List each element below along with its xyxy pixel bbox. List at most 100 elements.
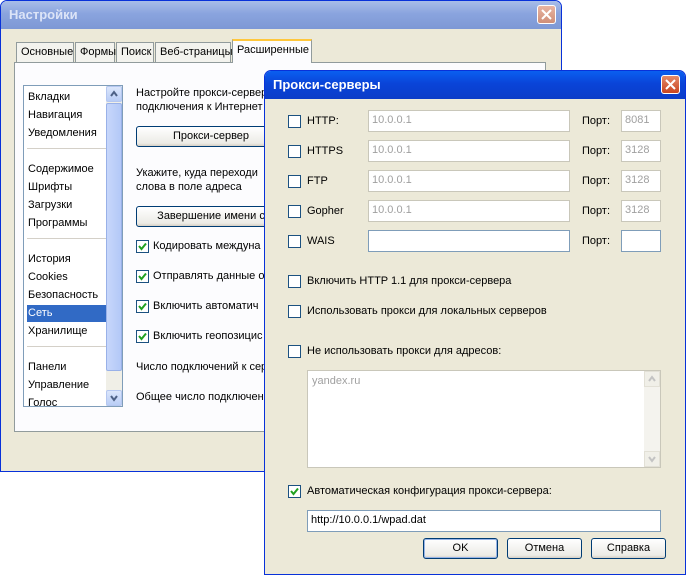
checkbox-auto-config[interactable]	[288, 485, 301, 498]
scroll-up-button[interactable]	[644, 371, 660, 387]
exclude-addresses-text: yandex.ru	[312, 375, 361, 387]
list-item-tabs[interactable]: Вкладки	[27, 89, 110, 106]
address-description-1: Укажите, куда переходи	[136, 167, 258, 179]
settings-titlebar[interactable]: Настройки	[1, 1, 561, 29]
https-address-field[interactable]: 10.0.0.1	[368, 140, 570, 162]
list-item-network[interactable]: Сеть	[27, 305, 110, 322]
checkbox-exclude-addresses[interactable]	[288, 345, 301, 358]
checkbox-encode-label: Кодировать междуна	[153, 240, 261, 252]
list-item-history[interactable]: История	[27, 251, 110, 268]
ftp-address-field[interactable]: 10.0.0.1	[368, 170, 570, 192]
exclude-addresses-label: Не использовать прокси для адресов:	[307, 345, 502, 357]
https-port-field[interactable]: 3128	[621, 140, 661, 162]
list-item-downloads[interactable]: Загрузки	[27, 197, 110, 214]
tab-webpages[interactable]: Веб-страницы	[155, 42, 233, 62]
http-label: HTTP:	[307, 115, 339, 127]
address-description-2: слова в поле адреса	[136, 181, 242, 193]
proxy-description-2: подключения к Интернет	[136, 101, 263, 113]
total-connections-label: Общее число подключен	[136, 391, 264, 403]
exclude-textarea-scrollbar[interactable]	[644, 371, 660, 467]
checkbox-auto-label: Включить автоматич	[153, 300, 259, 312]
wais-address-field[interactable]	[368, 230, 570, 252]
ftp-label: FTP	[307, 175, 328, 187]
wais-label: WAIS	[307, 235, 335, 247]
settings-title: Настройки	[9, 7, 78, 22]
close-icon	[665, 79, 676, 90]
close-icon	[541, 9, 552, 20]
checkbox-send-data[interactable]	[136, 270, 149, 283]
settings-category-list[interactable]: Вкладки Навигация Уведомления Содержимое…	[23, 85, 123, 407]
checkbox-ftp[interactable]	[288, 175, 301, 188]
help-button[interactable]: Справка	[591, 538, 666, 559]
list-item-voice[interactable]: Голос	[27, 395, 110, 406]
list-item-cookies[interactable]: Cookies	[27, 269, 110, 286]
list-item-security[interactable]: Безопасность	[27, 287, 110, 304]
checkbox-local-servers[interactable]	[288, 305, 301, 318]
gopher-address-field[interactable]: 10.0.0.1	[368, 200, 570, 222]
list-separator	[27, 346, 109, 347]
proxy-titlebar[interactable]: Прокси-серверы	[265, 71, 685, 99]
wais-port-label: Порт:	[582, 235, 610, 247]
proxy-dialog-title: Прокси-серверы	[273, 77, 381, 92]
scroll-up-button[interactable]	[106, 86, 122, 102]
checkbox-geolocation-label: Включить геопозицис	[153, 330, 263, 342]
checkbox-http11[interactable]	[288, 275, 301, 288]
checkbox-gopher[interactable]	[288, 205, 301, 218]
check-icon	[138, 242, 147, 251]
tab-advanced[interactable]: Расширенные	[232, 39, 312, 63]
exclude-addresses-textarea[interactable]: yandex.ru	[307, 370, 661, 468]
checkbox-wais[interactable]	[288, 235, 301, 248]
ftp-port-field[interactable]: 3128	[621, 170, 661, 192]
proxy-dialog: Прокси-серверы HTTP: 10.0.0.1 Порт: 8081…	[264, 70, 686, 575]
scroll-down-button[interactable]	[106, 390, 122, 406]
category-list-scrollbar[interactable]	[106, 86, 122, 406]
list-item-control[interactable]: Управление	[27, 377, 110, 394]
checkbox-geolocation[interactable]	[136, 330, 149, 343]
proxy-close-button[interactable]	[661, 75, 680, 94]
settings-close-button[interactable]	[537, 5, 556, 24]
checkbox-send-data-label: Отправлять данные о	[153, 270, 265, 282]
gopher-port-field[interactable]: 3128	[621, 200, 661, 222]
check-icon	[138, 332, 147, 341]
list-item-content[interactable]: Содержимое	[27, 161, 110, 178]
proxy-dialog-body: HTTP: 10.0.0.1 Порт: 8081 HTTPS 10.0.0.1…	[265, 99, 685, 574]
gopher-port-label: Порт:	[582, 205, 610, 217]
chevron-down-icon	[110, 395, 118, 402]
list-item-notifications[interactable]: Уведомления	[27, 125, 110, 142]
list-item-fonts[interactable]: Шрифты	[27, 179, 110, 196]
http-port-label: Порт:	[582, 115, 610, 127]
proxy-description-1: Настройте прокси-сервер	[136, 87, 268, 99]
auto-config-url-field[interactable]: http://10.0.0.1/wpad.dat	[307, 510, 661, 532]
https-label: HTTPS	[307, 145, 344, 157]
list-item-storage[interactable]: Хранилище	[27, 323, 110, 340]
check-icon	[290, 487, 299, 496]
chevron-down-icon	[648, 456, 656, 463]
list-item-programs[interactable]: Программы	[27, 215, 110, 232]
tab-forms[interactable]: Формы	[75, 42, 116, 62]
check-icon	[138, 302, 147, 311]
ok-button[interactable]: OK	[423, 538, 498, 559]
auto-config-label: Автоматическая конфигурация прокси-серве…	[307, 485, 552, 497]
tab-basic[interactable]: Основные	[16, 42, 74, 62]
list-item-navigation[interactable]: Навигация	[27, 107, 110, 124]
http-address-field[interactable]: 10.0.0.1	[368, 110, 570, 132]
checkbox-auto[interactable]	[136, 300, 149, 313]
list-separator	[27, 148, 109, 149]
checkbox-encode[interactable]	[136, 240, 149, 253]
list-separator	[27, 238, 109, 239]
wais-port-field[interactable]	[621, 230, 661, 252]
list-item-toolbars[interactable]: Панели	[27, 359, 110, 376]
tab-search[interactable]: Поиск	[116, 42, 154, 62]
connections-per-server-label: Число подключений к сер	[136, 361, 268, 373]
local-servers-label: Использовать прокси для локальных сервер…	[307, 305, 547, 317]
ftp-port-label: Порт:	[582, 175, 610, 187]
checkbox-http[interactable]	[288, 115, 301, 128]
scroll-thumb[interactable]	[106, 103, 122, 371]
chevron-up-icon	[648, 375, 656, 382]
scroll-down-button[interactable]	[644, 451, 660, 467]
cancel-button[interactable]: Отмена	[507, 538, 582, 559]
https-port-label: Порт:	[582, 145, 610, 157]
check-icon	[138, 272, 147, 281]
http-port-field[interactable]: 8081	[621, 110, 661, 132]
checkbox-https[interactable]	[288, 145, 301, 158]
